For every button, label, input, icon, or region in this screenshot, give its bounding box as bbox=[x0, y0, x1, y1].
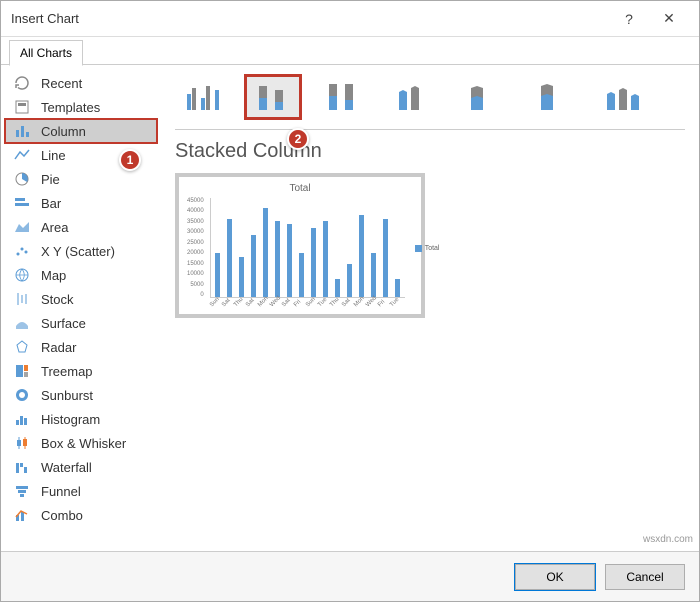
sidebar-item-label: Map bbox=[41, 268, 66, 283]
sidebar-item-waterfall[interactable]: Waterfall bbox=[5, 455, 157, 479]
sidebar-item-label: X Y (Scatter) bbox=[41, 244, 115, 259]
sidebar-item-funnel[interactable]: Funnel bbox=[5, 479, 157, 503]
subtype-3d-100-stacked-column[interactable] bbox=[525, 75, 581, 119]
scatter-icon bbox=[13, 242, 31, 260]
sidebar-item-map[interactable]: Map bbox=[5, 263, 157, 287]
chart-title: Total bbox=[187, 183, 413, 194]
dialog-body: Recent Templates Column Line Pie Bar bbox=[1, 65, 699, 551]
subtype-100-stacked-column[interactable] bbox=[315, 75, 371, 119]
titlebar: Insert Chart ? ✕ bbox=[1, 1, 699, 37]
sidebar-item-templates[interactable]: Templates bbox=[5, 95, 157, 119]
legend: Total bbox=[415, 245, 440, 252]
help-button[interactable]: ? bbox=[609, 11, 649, 27]
sidebar-item-label: Surface bbox=[41, 316, 86, 331]
y-axis: 4500040000350003000025000200001500010000… bbox=[187, 198, 204, 298]
sidebar-item-column[interactable]: Column bbox=[5, 119, 157, 143]
chart-main-panel: Stacked Column Total 4500040000350003000… bbox=[161, 65, 699, 551]
cancel-button[interactable]: Cancel bbox=[605, 564, 685, 590]
chart-preview[interactable]: Total 4500040000350003000025000200001500… bbox=[175, 173, 425, 318]
close-button[interactable]: ✕ bbox=[649, 10, 689, 27]
x-axis: SunSatThuSatMonWedSatFriSunTueThuSatMonW… bbox=[209, 298, 413, 310]
sidebar-item-label: Area bbox=[41, 220, 68, 235]
treemap-icon bbox=[13, 362, 31, 380]
sunburst-icon bbox=[13, 386, 31, 404]
sidebar-item-label: Pie bbox=[41, 172, 60, 187]
plot-area bbox=[210, 198, 405, 298]
sidebar-item-label: Treemap bbox=[41, 364, 93, 379]
watermark: wsxdn.com bbox=[643, 534, 693, 545]
chart-category-sidebar: Recent Templates Column Line Pie Bar bbox=[1, 65, 161, 551]
sidebar-item-label: Box & Whisker bbox=[41, 436, 126, 451]
sidebar-item-bar[interactable]: Bar bbox=[5, 191, 157, 215]
column-icon bbox=[13, 122, 31, 140]
sidebar-item-pie[interactable]: Pie bbox=[5, 167, 157, 191]
column-subtype-row bbox=[175, 75, 685, 119]
tab-strip: All Charts bbox=[1, 37, 699, 65]
sidebar-item-combo[interactable]: Combo bbox=[5, 503, 157, 527]
ok-button[interactable]: OK bbox=[515, 564, 595, 590]
sidebar-item-boxwhisker[interactable]: Box & Whisker bbox=[5, 431, 157, 455]
map-icon bbox=[13, 266, 31, 284]
annotation-badge-2: 2 bbox=[287, 128, 309, 150]
subtype-3d-clustered-column[interactable] bbox=[385, 75, 441, 119]
tab-all-charts[interactable]: All Charts bbox=[9, 40, 83, 66]
boxwhisker-icon bbox=[13, 434, 31, 452]
sidebar-item-label: Recent bbox=[41, 76, 82, 91]
sidebar-item-label: Column bbox=[41, 124, 86, 139]
surface-icon bbox=[13, 314, 31, 332]
stock-icon bbox=[13, 290, 31, 308]
sidebar-item-label: Funnel bbox=[41, 484, 81, 499]
sidebar-item-label: Combo bbox=[41, 508, 83, 523]
funnel-icon bbox=[13, 482, 31, 500]
radar-icon bbox=[13, 338, 31, 356]
chart-body: 4500040000350003000025000200001500010000… bbox=[187, 198, 413, 298]
preview-heading: Stacked Column bbox=[175, 140, 685, 163]
area-icon bbox=[13, 218, 31, 236]
pie-icon bbox=[13, 170, 31, 188]
sidebar-item-histogram[interactable]: Histogram bbox=[5, 407, 157, 431]
sidebar-item-sunburst[interactable]: Sunburst bbox=[5, 383, 157, 407]
waterfall-icon bbox=[13, 458, 31, 476]
bar-icon bbox=[13, 194, 31, 212]
legend-swatch bbox=[415, 245, 422, 252]
sidebar-item-area[interactable]: Area bbox=[5, 215, 157, 239]
dialog-footer: OK Cancel bbox=[1, 551, 699, 601]
dialog-title: Insert Chart bbox=[11, 11, 609, 26]
sidebar-item-radar[interactable]: Radar bbox=[5, 335, 157, 359]
sidebar-item-label: Templates bbox=[41, 100, 100, 115]
annotation-badge-1: 1 bbox=[119, 149, 141, 171]
sidebar-item-treemap[interactable]: Treemap bbox=[5, 359, 157, 383]
templates-icon bbox=[13, 98, 31, 116]
line-icon bbox=[13, 146, 31, 164]
insert-chart-dialog: Insert Chart ? ✕ All Charts Recent Templ… bbox=[0, 0, 700, 602]
sidebar-item-label: Radar bbox=[41, 340, 76, 355]
histogram-icon bbox=[13, 410, 31, 428]
sidebar-item-stock[interactable]: Stock bbox=[5, 287, 157, 311]
recent-icon bbox=[13, 74, 31, 92]
sidebar-item-label: Line bbox=[41, 148, 66, 163]
sidebar-item-scatter[interactable]: X Y (Scatter) bbox=[5, 239, 157, 263]
subtype-3d-column[interactable] bbox=[595, 75, 651, 119]
legend-label: Total bbox=[425, 245, 440, 252]
subtype-clustered-column[interactable] bbox=[175, 75, 231, 119]
combo-icon bbox=[13, 506, 31, 524]
sidebar-item-surface[interactable]: Surface bbox=[5, 311, 157, 335]
sidebar-item-recent[interactable]: Recent bbox=[5, 71, 157, 95]
subtype-stacked-column[interactable] bbox=[245, 75, 301, 119]
divider bbox=[175, 129, 685, 130]
sidebar-item-label: Bar bbox=[41, 196, 61, 211]
sidebar-item-label: Histogram bbox=[41, 412, 100, 427]
sidebar-item-label: Waterfall bbox=[41, 460, 92, 475]
sidebar-item-label: Sunburst bbox=[41, 388, 93, 403]
subtype-3d-stacked-column[interactable] bbox=[455, 75, 511, 119]
sidebar-item-label: Stock bbox=[41, 292, 74, 307]
